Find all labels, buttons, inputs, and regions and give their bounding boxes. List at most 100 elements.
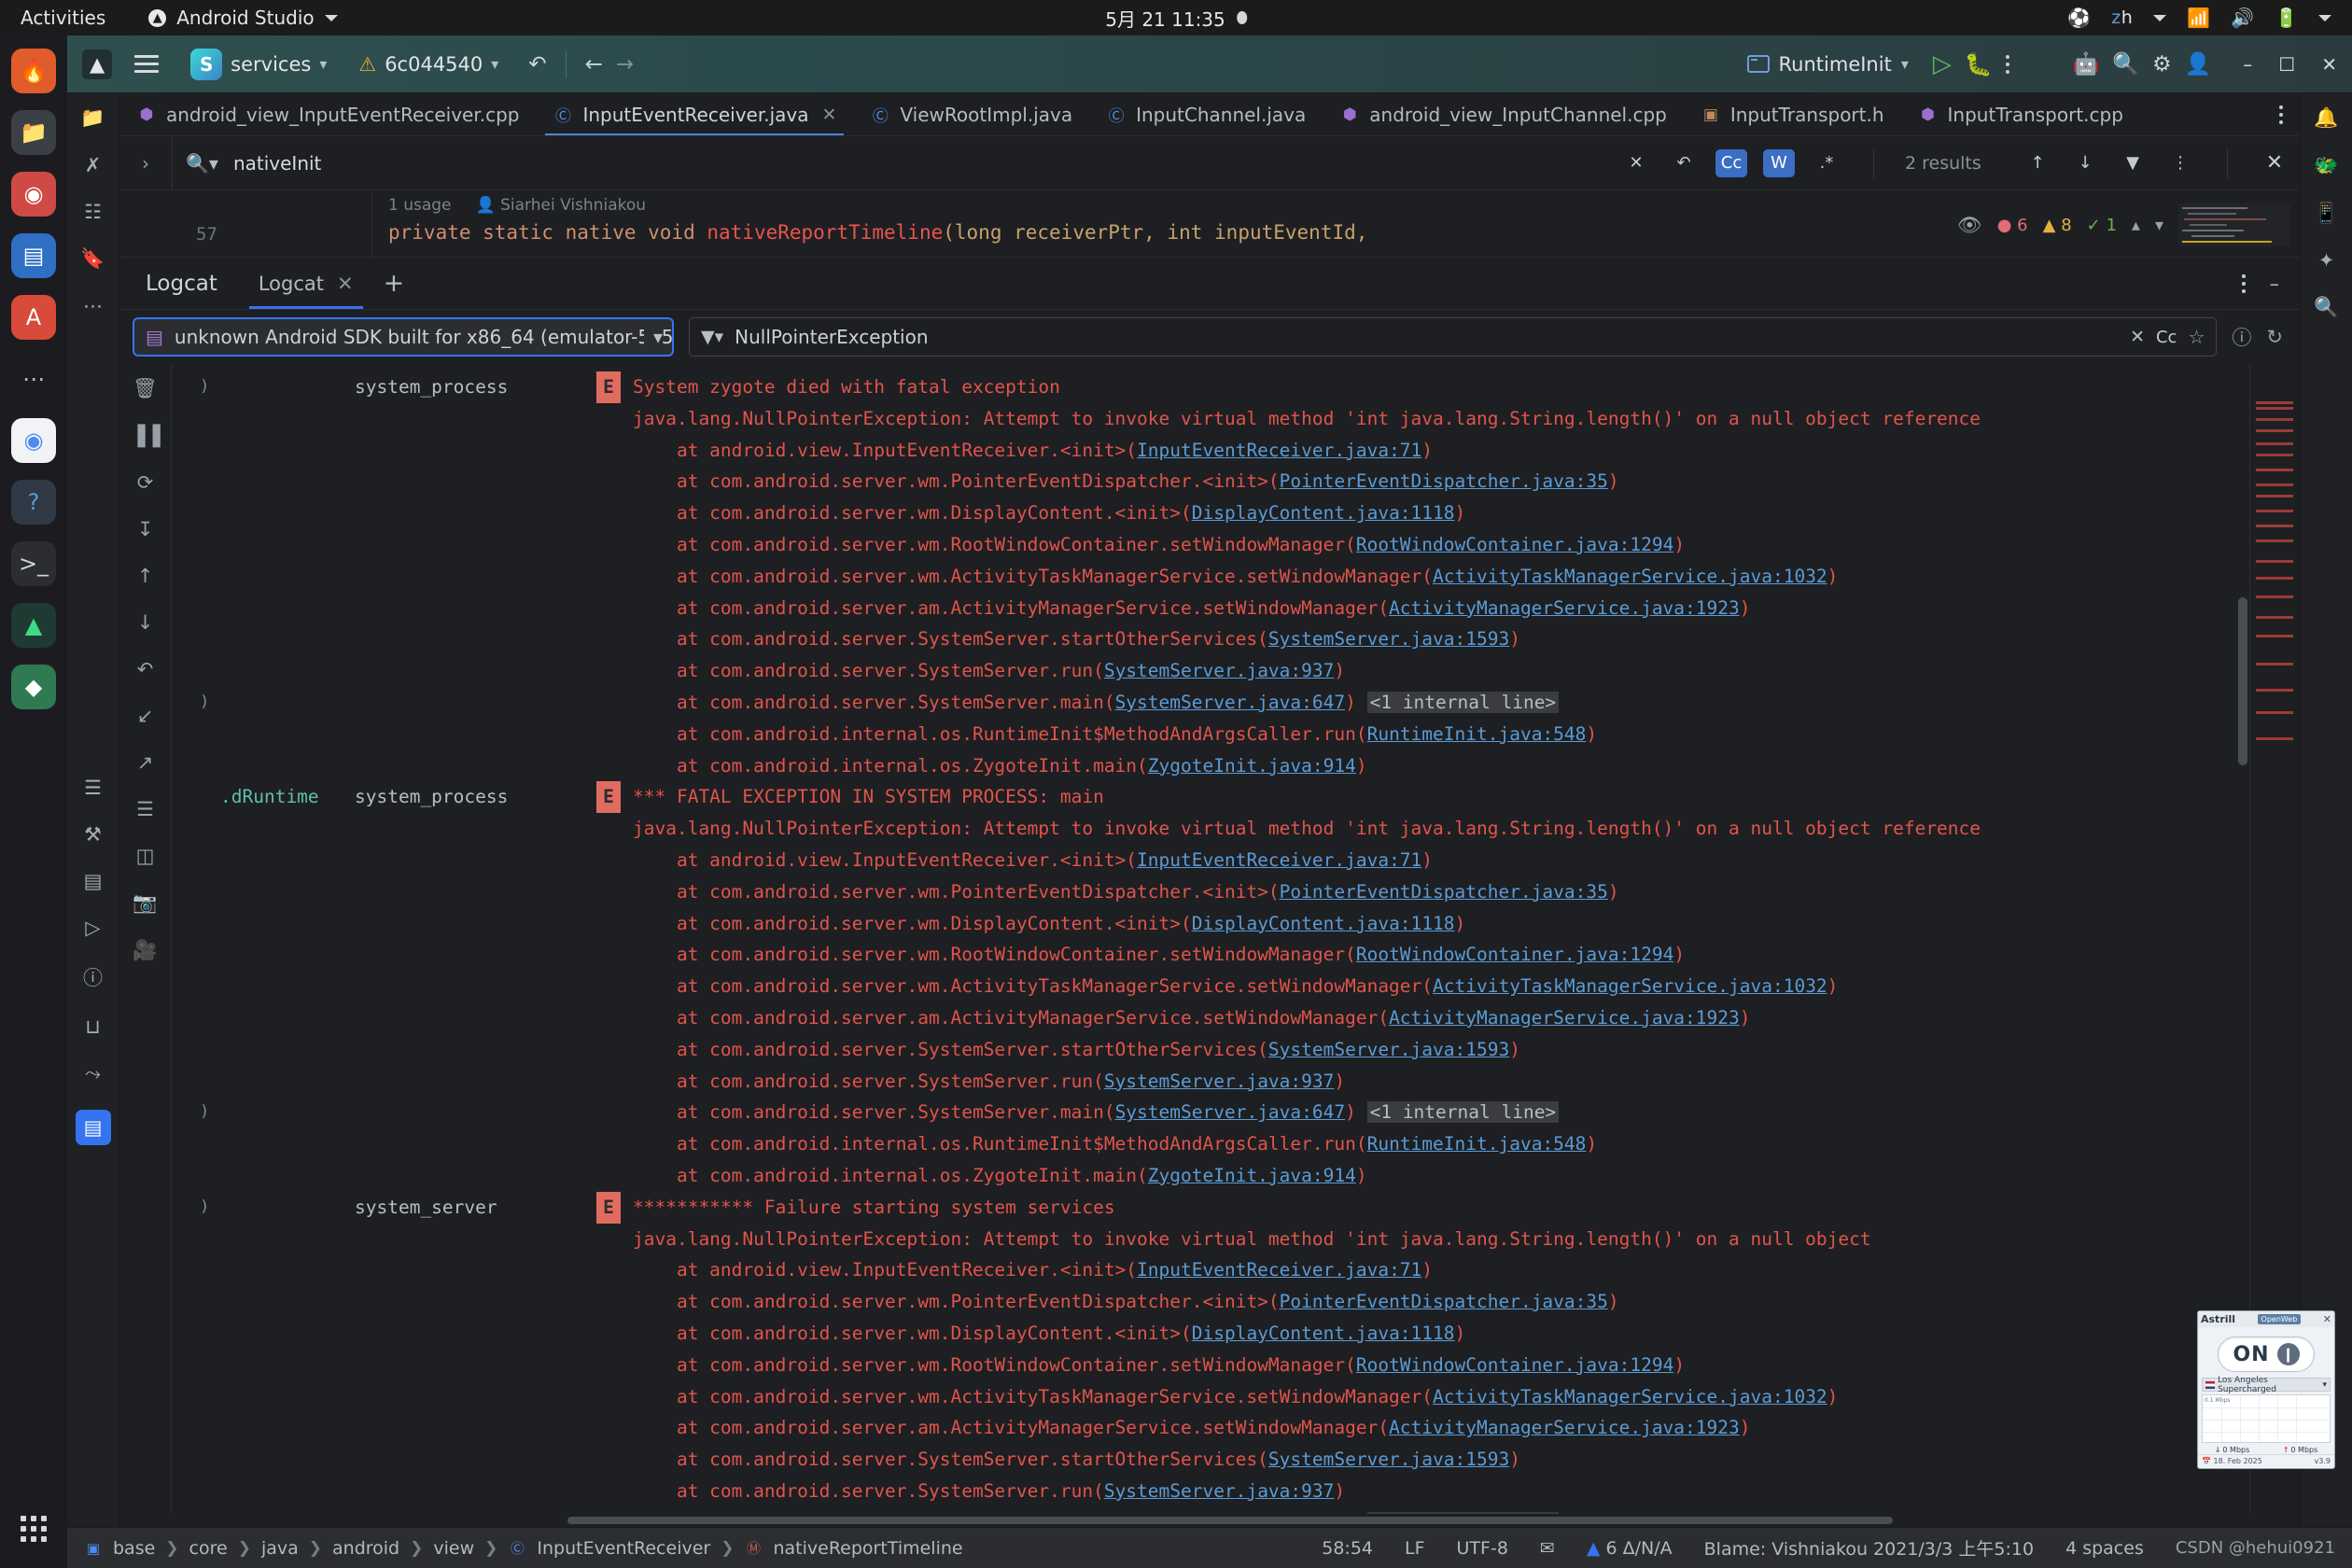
previous-occurrence-icon[interactable]: ↑ bbox=[137, 565, 154, 587]
find-input-wrap[interactable]: 🔍▾ nativeInit bbox=[172, 136, 1620, 189]
dock-item-writer[interactable]: ▤ bbox=[11, 233, 56, 278]
project-selector[interactable]: S services ▾ bbox=[181, 44, 336, 85]
dock-item-help[interactable]: ? bbox=[11, 480, 56, 525]
dock-item-firefox[interactable]: 🔥 bbox=[11, 49, 56, 93]
sidebar-item-terminal[interactable]: ⊔ bbox=[85, 1015, 100, 1038]
attach-debugger-icon[interactable]: 🤖 bbox=[2073, 51, 2100, 77]
dock-item-android-studio[interactable]: ▲ bbox=[11, 603, 56, 648]
breadcrumb-item[interactable]: android bbox=[332, 1538, 399, 1559]
editor-minimap[interactable] bbox=[2178, 203, 2290, 246]
minimize-tool-window-icon[interactable]: – bbox=[2270, 273, 2280, 295]
logcat-row[interactable]: at com.android.server.wm.DisplayContent.… bbox=[172, 497, 2249, 529]
logcat-row[interactable]: ) at com.android.server.SystemServer.mai… bbox=[172, 687, 2249, 719]
stacktrace-link[interactable]: RuntimeInit.java:548 bbox=[1367, 1133, 1587, 1155]
stacktrace-link[interactable]: DisplayContent.java:1118 bbox=[1192, 1323, 1455, 1344]
maximize-icon[interactable]: ☐ bbox=[2278, 53, 2295, 76]
sidebar-item-app-quality[interactable]: ⚒ bbox=[84, 823, 102, 846]
clear-query-icon[interactable]: ✕ bbox=[2130, 327, 2145, 347]
clear-logcat-icon[interactable]: 🗑 bbox=[133, 377, 158, 400]
hide-hints-icon[interactable]: 👁 bbox=[1957, 214, 1982, 237]
stacktrace-link[interactable]: PointerEventDispatcher.java:35 bbox=[1280, 1291, 1608, 1312]
editor-tab[interactable]: ⬢ InputTransport.cpp bbox=[1901, 93, 2140, 135]
logcat-row[interactable]: at com.android.internal.os.ZygoteInit.ma… bbox=[172, 750, 2249, 782]
screenshot-icon[interactable]: 📷 bbox=[133, 891, 157, 915]
sidebar-item-bookmarks[interactable]: 🔖 bbox=[80, 247, 105, 271]
gemini-assistant-icon[interactable]: ✦ bbox=[2318, 249, 2335, 272]
collapse-all-icon[interactable]: ↙ bbox=[137, 705, 154, 727]
breadcrumb-item[interactable]: java bbox=[261, 1538, 299, 1559]
internal-lines-chip[interactable]: <1 internal line> bbox=[1366, 1101, 1560, 1124]
editor-tab[interactable]: ⬢ android_view_InputEventReceiver.cpp bbox=[119, 93, 536, 135]
expand-inspections-icon[interactable]: ▾ bbox=[2155, 216, 2163, 235]
layout-inspector-icon[interactable]: 🔍 bbox=[2314, 296, 2338, 319]
stacktrace-link[interactable]: SystemServer.java:937 bbox=[1104, 1480, 1335, 1502]
close-icon[interactable]: ✕ bbox=[822, 105, 837, 125]
breadcrumb-item[interactable]: base bbox=[113, 1538, 155, 1559]
favorite-star-icon[interactable]: ☆ bbox=[2188, 326, 2205, 348]
dock-item-terminal[interactable]: >_ bbox=[11, 541, 56, 586]
stacktrace-link[interactable]: ZygoteInit.java:914 bbox=[1148, 1165, 1356, 1186]
minimize-icon[interactable]: – bbox=[2243, 53, 2252, 76]
undo-icon[interactable]: ↶ bbox=[528, 52, 546, 77]
soft-wrap-icon[interactable]: ↶ bbox=[137, 658, 154, 680]
logcat-row[interactable]: java.lang.NullPointerException: Attempt … bbox=[172, 403, 2249, 435]
astrill-vpn-widget[interactable]: Astrill OpenWeb ✕ ON ❙ Los Angeles Super… bbox=[2197, 1310, 2335, 1469]
search-icon[interactable]: 🔍 bbox=[2112, 51, 2139, 77]
close-icon[interactable]: ✕ bbox=[2321, 53, 2337, 76]
logcat-row[interactable]: at com.android.server.wm.DisplayContent.… bbox=[172, 908, 2249, 940]
app-menu[interactable]: ▲ Android Studio bbox=[148, 7, 338, 29]
stacktrace-link[interactable]: SystemServer.java:937 bbox=[1104, 660, 1335, 681]
logcat-row[interactable]: at com.android.server.wm.PointerEventDis… bbox=[172, 876, 2249, 908]
stacktrace-link[interactable]: PointerEventDispatcher.java:35 bbox=[1280, 470, 1608, 492]
stacktrace-link[interactable]: ActivityManagerService.java:1923 bbox=[1389, 597, 1740, 619]
code-line[interactable]: private static native void nativeReportT… bbox=[388, 221, 1367, 244]
activities-button[interactable]: Activities bbox=[21, 7, 105, 29]
sidebar-item-device-manager[interactable]: ▤ bbox=[84, 870, 103, 892]
line-separator[interactable]: LF bbox=[1405, 1538, 1425, 1559]
logcat-row[interactable]: at android.view.InputEventReceiver.<init… bbox=[172, 845, 2249, 876]
query-match-case-toggle[interactable]: Cc bbox=[2156, 328, 2177, 347]
encoding[interactable]: UTF-8 bbox=[1457, 1538, 1508, 1559]
logcat-row[interactable]: ) system_server E *********** Failure start… bbox=[172, 1191, 2249, 1224]
logcat-row[interactable]: at com.android.internal.os.RuntimeInit$M… bbox=[172, 1128, 2249, 1160]
collapse-inspections-icon[interactable]: ▴ bbox=[2132, 216, 2140, 235]
logcat-row[interactable]: java.lang.NullPointerException: Attempt … bbox=[172, 813, 2249, 845]
usage-count-label[interactable]: 1 usage bbox=[388, 196, 452, 215]
debug-icon[interactable]: 🐛 bbox=[1965, 51, 1993, 77]
device-selector[interactable]: ▤ unknown Android SDK built for x86_64 (… bbox=[133, 317, 674, 357]
breadcrumb-item[interactable]: core bbox=[189, 1538, 228, 1559]
gnome-system-tray[interactable]: ⚽ zh 📶 🔊 🔋 bbox=[2067, 7, 2331, 29]
astrill-mode-button[interactable]: OpenWeb bbox=[2257, 1314, 2302, 1324]
logcat-row[interactable]: at com.android.server.am.ActivityManager… bbox=[172, 1002, 2249, 1034]
sidebar-item-running-devices[interactable]: ▷ bbox=[85, 917, 100, 939]
stacktrace-link[interactable]: InputEventReceiver.java:71 bbox=[1137, 849, 1421, 871]
editor-tab-active[interactable]: Ⓒ InputEventReceiver.java ✕ bbox=[536, 93, 853, 135]
system-menu-chevron-down-icon[interactable] bbox=[2318, 14, 2331, 21]
dock-item-files[interactable]: 📁 bbox=[11, 110, 56, 155]
run-configuration-selector[interactable]: RuntimeInit ▾ bbox=[1736, 49, 1920, 79]
logcat-row[interactable]: at com.android.server.wm.ActivityTaskMan… bbox=[172, 561, 2249, 593]
show-applications-button[interactable] bbox=[11, 1506, 56, 1551]
logcat-row[interactable]: java.lang.NullPointerException: Attempt … bbox=[172, 1224, 2249, 1255]
logcat-row[interactable]: at com.android.server.wm.RootWindowConta… bbox=[172, 529, 2249, 561]
open-in-editor-icon[interactable]: ↗ bbox=[137, 751, 154, 774]
logcat-row[interactable]: at com.android.internal.os.RuntimeInit$M… bbox=[172, 719, 2249, 750]
account-icon[interactable]: 👤 bbox=[2185, 51, 2212, 77]
stacktrace-link[interactable]: InputEventReceiver.java:71 bbox=[1137, 1259, 1421, 1281]
logcat-row[interactable]: at com.android.server.wm.PointerEventDis… bbox=[172, 1286, 2249, 1318]
dock-item-app-store[interactable]: A bbox=[11, 295, 56, 340]
clear-find-icon[interactable]: ✕ bbox=[1620, 149, 1652, 177]
find-input[interactable]: nativeInit bbox=[233, 152, 321, 175]
breadcrumb-item[interactable]: nativeReportTimeline bbox=[773, 1538, 962, 1559]
sidebar-item-logcat[interactable]: ▤ bbox=[75, 1110, 111, 1145]
device-file-explorer-icon[interactable]: 📱 bbox=[2314, 202, 2338, 225]
logcat-row[interactable]: at com.android.server.SystemServer.run(S… bbox=[172, 1066, 2249, 1098]
stacktrace-link[interactable]: RootWindowContainer.java:1294 bbox=[1356, 534, 1673, 555]
logcat-row[interactable]: ) system_process E System zygote died with … bbox=[172, 371, 2249, 403]
chevron-down-icon[interactable]: ▾ bbox=[643, 319, 663, 355]
stacktrace-link[interactable]: RootWindowContainer.java:1294 bbox=[1356, 944, 1673, 965]
fold-toggle-icon[interactable]: ) bbox=[200, 687, 209, 719]
internal-lines-chip[interactable]: <1 internal line> bbox=[1366, 691, 1560, 713]
stacktrace-link[interactable]: ActivityManagerService.java:1923 bbox=[1389, 1007, 1740, 1029]
close-icon[interactable]: ✕ bbox=[337, 273, 354, 295]
